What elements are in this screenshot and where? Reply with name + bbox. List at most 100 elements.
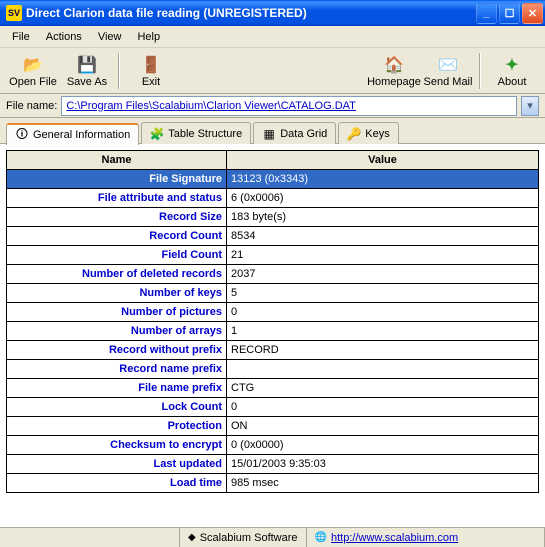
toolbar: 📂 Open File 💾 Save As 🚪 Exit 🏠 Homepage …: [0, 48, 545, 94]
table-row[interactable]: Record Count8534: [7, 227, 539, 246]
property-name: Lock Count: [7, 398, 227, 417]
structure-icon: 🧩: [150, 127, 164, 141]
vendor-icon: ◆: [188, 532, 196, 543]
property-value: CTG: [227, 379, 539, 398]
table-row[interactable]: Lock Count0: [7, 398, 539, 417]
maximize-button[interactable]: ☐: [499, 3, 520, 24]
table-row[interactable]: File name prefixCTG: [7, 379, 539, 398]
tab-general-information[interactable]: 🛈 General Information: [6, 123, 139, 145]
exit-button[interactable]: 🚪 Exit: [124, 50, 178, 92]
homepage-label: Homepage: [367, 76, 421, 88]
table-row[interactable]: Record Size183 byte(s): [7, 208, 539, 227]
table-row[interactable]: Load time985 msec: [7, 474, 539, 493]
table-row[interactable]: Record without prefixRECORD: [7, 341, 539, 360]
statusbar: ◆ Scalabium Software 🌐 http://www.scalab…: [0, 527, 545, 547]
table-row[interactable]: Number of deleted records2037: [7, 265, 539, 284]
about-icon: ✦: [501, 54, 523, 76]
table-row[interactable]: Number of keys5: [7, 284, 539, 303]
property-value: 0: [227, 398, 539, 417]
send-mail-label: Send Mail: [424, 76, 473, 88]
property-value: 21: [227, 246, 539, 265]
status-vendor-text: Scalabium Software: [200, 532, 298, 544]
menu-actions[interactable]: Actions: [38, 29, 90, 45]
column-header-name[interactable]: Name: [7, 151, 227, 170]
exit-label: Exit: [142, 76, 160, 88]
tab-data-grid[interactable]: ▦ Data Grid: [253, 122, 336, 144]
property-value: 183 byte(s): [227, 208, 539, 227]
table-row[interactable]: ProtectionON: [7, 417, 539, 436]
tab-structure-label: Table Structure: [168, 128, 242, 140]
save-as-icon: 💾: [76, 54, 98, 76]
file-path-dropdown[interactable]: ▾: [521, 96, 539, 116]
property-value: 15/01/2003 9:35:03: [227, 455, 539, 474]
property-value: 0: [227, 303, 539, 322]
property-name: Record without prefix: [7, 341, 227, 360]
property-value: 13123 (0x3343): [227, 170, 539, 189]
info-icon: 🛈: [15, 128, 29, 142]
property-name: File attribute and status: [7, 189, 227, 208]
menubar: File Actions View Help: [0, 26, 545, 48]
tab-table-structure[interactable]: 🧩 Table Structure: [141, 122, 251, 144]
property-value: 8534: [227, 227, 539, 246]
close-button[interactable]: ✕: [522, 3, 543, 24]
key-icon: 🔑: [347, 127, 361, 141]
table-row[interactable]: Number of arrays1: [7, 322, 539, 341]
grid-icon: ▦: [262, 127, 276, 141]
property-name: Checksum to encrypt: [7, 436, 227, 455]
property-name: Record name prefix: [7, 360, 227, 379]
exit-icon: 🚪: [140, 54, 162, 76]
table-row[interactable]: File attribute and status6 (0x0006): [7, 189, 539, 208]
status-vendor: ◆ Scalabium Software: [180, 528, 307, 547]
tab-general-label: General Information: [33, 129, 130, 141]
menu-view[interactable]: View: [90, 29, 130, 45]
save-as-label: Save As: [67, 76, 107, 88]
property-value: 985 msec: [227, 474, 539, 493]
about-label: About: [498, 76, 527, 88]
menu-help[interactable]: Help: [129, 29, 168, 45]
property-value: 1: [227, 322, 539, 341]
send-mail-button[interactable]: ✉️ Send Mail: [421, 50, 475, 92]
property-name: Number of pictures: [7, 303, 227, 322]
tab-keys[interactable]: 🔑 Keys: [338, 122, 398, 144]
property-value: [227, 360, 539, 379]
table-header-row: Name Value: [7, 151, 539, 170]
open-file-icon: 📂: [22, 54, 44, 76]
column-header-value[interactable]: Value: [227, 151, 539, 170]
property-value: RECORD: [227, 341, 539, 360]
status-url-cell: 🌐 http://www.scalabium.com: [307, 528, 545, 547]
file-name-label: File name:: [6, 100, 57, 112]
table-row[interactable]: Field Count21: [7, 246, 539, 265]
homepage-icon: 🏠: [383, 54, 405, 76]
properties-table: Name Value File Signature13123 (0x3343)F…: [6, 150, 539, 493]
table-row[interactable]: Record name prefix: [7, 360, 539, 379]
file-path-field[interactable]: C:\Program Files\Scalabium\Clarion Viewe…: [61, 96, 517, 116]
homepage-button[interactable]: 🏠 Homepage: [367, 50, 421, 92]
about-button[interactable]: ✦ About: [485, 50, 539, 92]
table-row[interactable]: Last updated15/01/2003 9:35:03: [7, 455, 539, 474]
property-name: Load time: [7, 474, 227, 493]
status-url-link[interactable]: http://www.scalabium.com: [331, 532, 458, 544]
open-file-button[interactable]: 📂 Open File: [6, 50, 60, 92]
tab-keys-label: Keys: [365, 128, 389, 140]
minimize-button[interactable]: _: [476, 3, 497, 24]
open-file-label: Open File: [9, 76, 57, 88]
property-value: 5: [227, 284, 539, 303]
property-value: 2037: [227, 265, 539, 284]
table-row[interactable]: File Signature13123 (0x3343): [7, 170, 539, 189]
filebar: File name: C:\Program Files\Scalabium\Cl…: [0, 94, 545, 118]
window-title: Direct Clarion data file reading (UNREGI…: [26, 6, 476, 20]
toolbar-separator: [118, 53, 120, 89]
save-as-button[interactable]: 💾 Save As: [60, 50, 114, 92]
property-name: Field Count: [7, 246, 227, 265]
property-name: Protection: [7, 417, 227, 436]
menu-file[interactable]: File: [4, 29, 38, 45]
property-value: 6 (0x0006): [227, 189, 539, 208]
property-value: ON: [227, 417, 539, 436]
table-row[interactable]: Checksum to encrypt0 (0x0000): [7, 436, 539, 455]
tab-grid-label: Data Grid: [280, 128, 327, 140]
property-name: Number of arrays: [7, 322, 227, 341]
property-name: Last updated: [7, 455, 227, 474]
property-name: Number of deleted records: [7, 265, 227, 284]
table-row[interactable]: Number of pictures0: [7, 303, 539, 322]
send-mail-icon: ✉️: [437, 54, 459, 76]
